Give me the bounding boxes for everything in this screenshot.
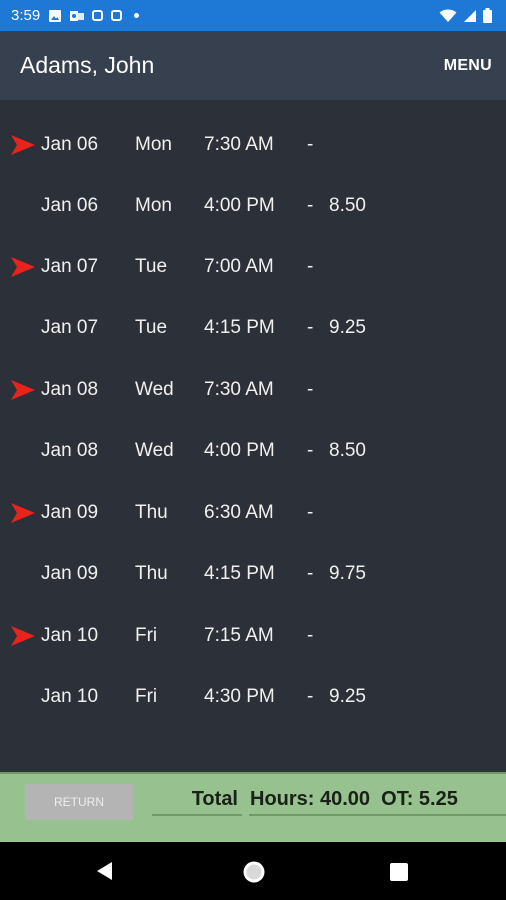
entry-time: 7:15 AM xyxy=(204,625,274,646)
list-item[interactable]: Jan 10 Fri 7:15 AM - xyxy=(0,616,506,656)
entry-separator: - xyxy=(307,502,314,523)
entry-date: Jan 06 xyxy=(41,195,99,216)
status-bar: 3:59 xyxy=(0,0,506,31)
entry-day: Mon xyxy=(135,195,172,216)
entry-separator: - xyxy=(307,379,314,400)
page-title: Adams, John xyxy=(20,52,155,78)
recents-icon[interactable] xyxy=(390,863,408,881)
entry-day: Fri xyxy=(135,625,158,646)
menu-button[interactable]: MENU xyxy=(444,57,492,75)
entry-date: Jan 08 xyxy=(41,379,99,400)
entry-day: Mon xyxy=(135,134,172,155)
entry-time: 7:30 AM xyxy=(204,379,274,400)
image-icon xyxy=(49,9,62,22)
punch-in-arrow-icon xyxy=(11,380,35,400)
entry-time: 7:30 AM xyxy=(204,134,274,155)
entry-day: Tue xyxy=(135,317,168,338)
system-icons xyxy=(439,8,492,23)
entry-date: Jan 06 xyxy=(41,134,99,155)
entry-date: Jan 07 xyxy=(41,256,99,277)
totals-footer: RETURN Total Hours: 40.00 OT: 5.25 xyxy=(0,772,506,842)
entry-hours: 9.25 xyxy=(329,317,366,338)
home-icon[interactable] xyxy=(242,860,266,884)
punch-in-arrow-icon xyxy=(11,257,35,277)
total-label: Total xyxy=(152,784,242,816)
wifi-icon xyxy=(439,9,457,22)
signal-icon xyxy=(464,9,476,22)
entry-day: Fri xyxy=(135,686,158,707)
instagram-icon xyxy=(111,10,123,21)
entry-date: Jan 10 xyxy=(41,625,99,646)
list-item[interactable]: Jan 07 Tue 4:15 PM - 9.25 xyxy=(0,308,506,348)
punch-in-arrow-icon xyxy=(11,135,35,155)
instagram-icon xyxy=(92,10,104,21)
entry-hours: 9.25 xyxy=(329,686,366,707)
entry-time: 4:15 PM xyxy=(204,317,275,338)
entry-separator: - xyxy=(307,563,314,584)
entry-day: Wed xyxy=(135,440,174,461)
dot-icon xyxy=(134,13,140,18)
list-item[interactable]: Jan 08 Wed 7:30 AM - xyxy=(0,370,506,410)
list-item[interactable]: Jan 09 Thu 6:30 AM - xyxy=(0,493,506,533)
list-item[interactable]: Jan 08 Wed 4:00 PM - 8.50 xyxy=(0,431,506,471)
entry-separator: - xyxy=(307,625,314,646)
entry-date: Jan 08 xyxy=(41,440,99,461)
entry-day: Thu xyxy=(135,502,168,523)
entry-time: 6:30 AM xyxy=(204,502,274,523)
entry-date: Jan 10 xyxy=(41,686,99,707)
list-item[interactable]: Jan 07 Tue 7:00 AM - xyxy=(0,247,506,287)
entry-day: Wed xyxy=(135,379,174,400)
entry-time: 4:00 PM xyxy=(204,195,275,216)
time-entries-list[interactable]: Jan 06 Mon 7:30 AM - Jan 06 Mon 4:00 PM … xyxy=(0,100,506,772)
entry-separator: - xyxy=(307,686,314,707)
list-item[interactable]: Jan 06 Mon 4:00 PM - 8.50 xyxy=(0,186,506,226)
entry-date: Jan 09 xyxy=(41,563,99,584)
entry-date: Jan 07 xyxy=(41,317,99,338)
entry-time: 7:00 AM xyxy=(204,256,274,277)
battery-icon xyxy=(483,8,492,23)
entry-day: Thu xyxy=(135,563,168,584)
entry-hours: 8.50 xyxy=(329,440,366,461)
list-item[interactable]: Jan 09 Thu 4:15 PM - 9.75 xyxy=(0,554,506,594)
total-hours-value: Hours: 40.00 OT: 5.25 xyxy=(249,784,506,816)
navigation-bar xyxy=(0,842,506,900)
back-icon[interactable] xyxy=(95,861,115,881)
punch-in-arrow-icon xyxy=(11,626,35,646)
notification-icons xyxy=(48,9,140,23)
entry-time: 4:00 PM xyxy=(204,440,275,461)
list-item[interactable]: Jan 06 Mon 7:30 AM - xyxy=(0,125,506,165)
entry-separator: - xyxy=(307,134,314,155)
entry-separator: - xyxy=(307,440,314,461)
entry-time: 4:15 PM xyxy=(204,563,275,584)
entry-separator: - xyxy=(307,195,314,216)
entry-date: Jan 09 xyxy=(41,502,99,523)
entry-day: Tue xyxy=(135,256,168,277)
entry-time: 4:30 PM xyxy=(204,686,275,707)
return-button[interactable]: RETURN xyxy=(25,784,133,820)
entry-hours: 9.75 xyxy=(329,563,366,584)
outlook-icon xyxy=(70,10,85,21)
list-item[interactable]: Jan 10 Fri 4:30 PM - 9.25 xyxy=(0,677,506,717)
entry-separator: - xyxy=(307,256,314,277)
entry-separator: - xyxy=(307,317,314,338)
app-bar: Adams, John MENU xyxy=(0,31,506,100)
status-time: 3:59 xyxy=(11,7,41,24)
punch-in-arrow-icon xyxy=(11,503,35,523)
entry-hours: 8.50 xyxy=(329,195,366,216)
